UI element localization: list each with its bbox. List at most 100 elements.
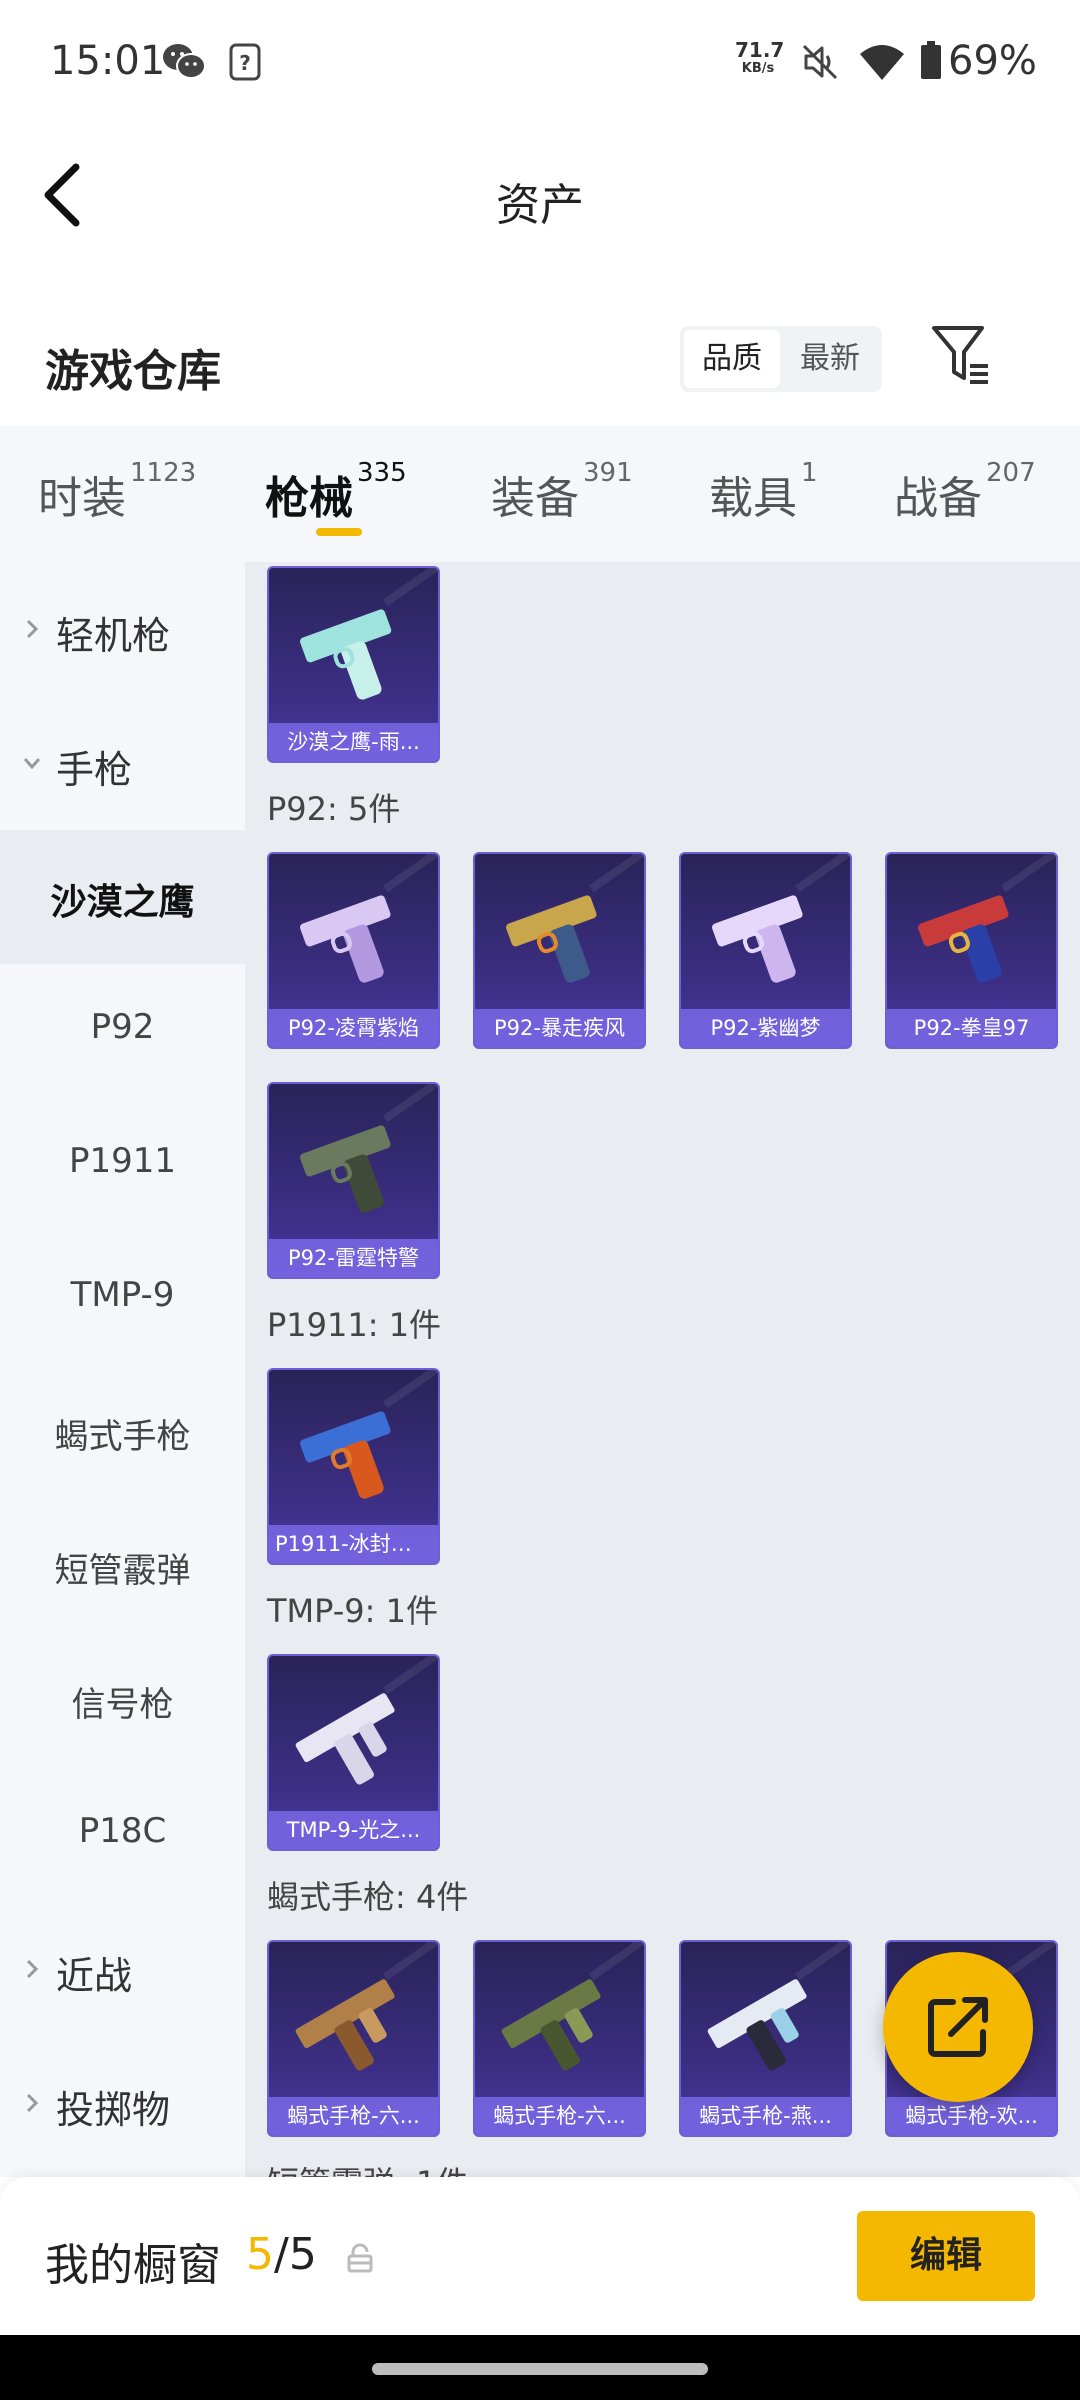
edit-button[interactable]: 编辑 [857,2211,1035,2301]
sidebar-item-p18c[interactable]: P18C [0,1768,245,1902]
item-card[interactable]: TMP-9-光之... [267,1654,440,1851]
page-title: 资产 [496,180,584,231]
group-label: P1911: 1件 [267,1306,442,1344]
sidebar-item-label: 短管霰弹 [54,1551,191,1591]
status-bar: 15:01 ? 71.7 KB/s 69% [0,0,1080,125]
tab-count: 391 [583,458,633,488]
sidebar-item-label: TMP-9 [70,1275,175,1315]
chevron-down-icon [23,758,41,770]
item-card[interactable]: P92-拳皇97 [885,852,1058,1049]
group-label: TMP-9: 1件 [267,1592,438,1630]
item-card[interactable]: P92-雷霆特警 [267,1082,440,1279]
tab-label: 时装 [38,473,126,524]
pistol-icon [506,895,597,983]
status-time: 15:01 [50,38,166,84]
showcase-count-total: /5 [274,2229,317,2280]
sidebar-item-label: 蝎式手枪 [54,1417,191,1457]
item-card[interactable]: 蝎式手枪-燕... [679,1940,852,2137]
tab-label: 战备 [894,473,982,524]
group-label: P92: 5件 [267,790,401,828]
sidebar-item-desert-eagle[interactable]: 沙漠之鹰 [0,830,245,964]
sidebar-item-tmp9[interactable]: TMP-9 [0,1232,245,1366]
sidebar-item-label: 信号枪 [71,1685,174,1725]
showcase-count-current: 5 [246,2229,274,2280]
svg-text:?: ? [239,51,251,75]
tab-guns[interactable]: 枪械 335 [265,458,407,526]
sidebar-item-label: 近战 [56,1954,133,1998]
sidebar-item-p92[interactable]: P92 [0,964,245,1098]
sort-option-quality[interactable]: 品质 [684,330,780,388]
item-card-name: P92-紫幽梦 [681,1009,850,1047]
net-speed: 71.7 KB/s [735,40,784,75]
item-card[interactable]: P92-暴走疾风 [473,852,646,1049]
tab-equipment[interactable]: 装备 391 [491,458,633,526]
smg-icon [707,1979,807,2071]
tab-count: 207 [986,458,1036,488]
item-card-name: 蝎式手枪-六... [475,2097,644,2135]
sidebar-item-melee[interactable]: 近战 [0,1902,245,2036]
tab-active-indicator [316,528,362,536]
pistol-icon [300,895,391,983]
item-card[interactable]: P92-紫幽梦 [679,852,852,1049]
showcase-bar: 我的橱窗 5/5 编辑 [0,2177,1080,2335]
item-card-name: 蝎式手枪-燕... [681,2097,850,2135]
showcase-count: 5/5 [246,2229,317,2280]
chevron-right-icon [26,2093,39,2113]
sidebar-item-pistol[interactable]: 手枪 [0,696,245,830]
filter-icon[interactable] [930,322,992,388]
item-card-name: P92-雷霆特警 [269,1239,438,1277]
app-screen: 15:01 ? 71.7 KB/s 69% 资产 游戏仓库 品质 最新 时装 1… [0,0,1080,2400]
item-card-name: TMP-9-光之... [269,1811,438,1849]
pistol-icon [300,1411,391,1499]
sidebar-item-label: 沙漠之鹰 [50,882,195,923]
group-label: 蝎式手枪: 4件 [267,1878,469,1916]
sidebar-item-light-machine-gun[interactable]: 轻机枪 [0,562,245,696]
tab-fashion[interactable]: 时装 1123 [38,458,196,526]
item-grid: 沙漠之鹰-雨... P92: 5件 P92-凌霄紫焰 P92-暴走疾风 P92-… [245,562,1080,2177]
group-label: 短管霰弹: 1件 [267,2158,468,2177]
item-card-name: 蝎式手枪-欢... [887,2097,1056,2135]
sidebar-item-label: P92 [90,1007,155,1047]
tab-label: 载具 [709,473,797,524]
item-card[interactable]: 蝎式手枪-六... [267,1940,440,2137]
sidebar-item-p1911[interactable]: P1911 [0,1098,245,1232]
item-card-name: P92-凌霄紫焰 [269,1009,438,1047]
item-card[interactable]: 蝎式手枪-六... [473,1940,646,2137]
chevron-right-icon [26,619,39,639]
item-card-name: P1911-冰封烈焰 [269,1525,438,1563]
sort-option-latest[interactable]: 最新 [782,330,878,388]
tab-count: 335 [357,458,407,488]
tab-label: 装备 [491,473,579,524]
wechat-icon [163,44,206,79]
item-card[interactable]: P1911-冰封烈焰 [267,1368,440,1565]
item-card-name: P92-拳皇97 [887,1009,1056,1047]
tab-label: 枪械 [265,473,353,524]
tab-supplies[interactable]: 战备 207 [894,458,1036,526]
showcase-label: 我的橱窗 [45,2240,221,2291]
external-link-icon [928,1997,988,2057]
share-fab-button[interactable] [883,1952,1033,2102]
home-gesture-handle[interactable] [372,2363,708,2375]
item-card-name: 蝎式手枪-六... [269,2097,438,2135]
sidebar-item-scorpion-pistol[interactable]: 蝎式手枪 [0,1366,245,1500]
sort-toggle: 品质 最新 [680,326,882,392]
sidebar-item-label: P1911 [68,1141,177,1181]
chevron-right-icon [26,1959,39,1979]
system-nav-bar [0,2335,1080,2400]
tab-vehicles[interactable]: 载具 1 [709,458,818,526]
sidebar-item-flare-gun[interactable]: 信号枪 [0,1634,245,1768]
battery-percent: 69% [948,38,1037,84]
section-title: 游戏仓库 [45,346,221,397]
sidebar-item-label: 投掷物 [56,2088,171,2132]
smg-icon [501,1979,601,2071]
pistol-icon [918,895,1009,983]
item-card[interactable]: P92-凌霄紫焰 [267,852,440,1049]
page-header: 资产 [0,125,1080,265]
item-card[interactable]: 沙漠之鹰-雨... [267,566,440,763]
wifi-icon [860,45,904,80]
mute-icon [802,44,838,80]
tab-count: 1123 [130,458,197,488]
sidebar-item-throwables[interactable]: 投掷物 [0,2036,245,2170]
item-card-name: 沙漠之鹰-雨... [269,723,438,761]
sidebar-item-short-shotgun[interactable]: 短管霰弹 [0,1500,245,1634]
